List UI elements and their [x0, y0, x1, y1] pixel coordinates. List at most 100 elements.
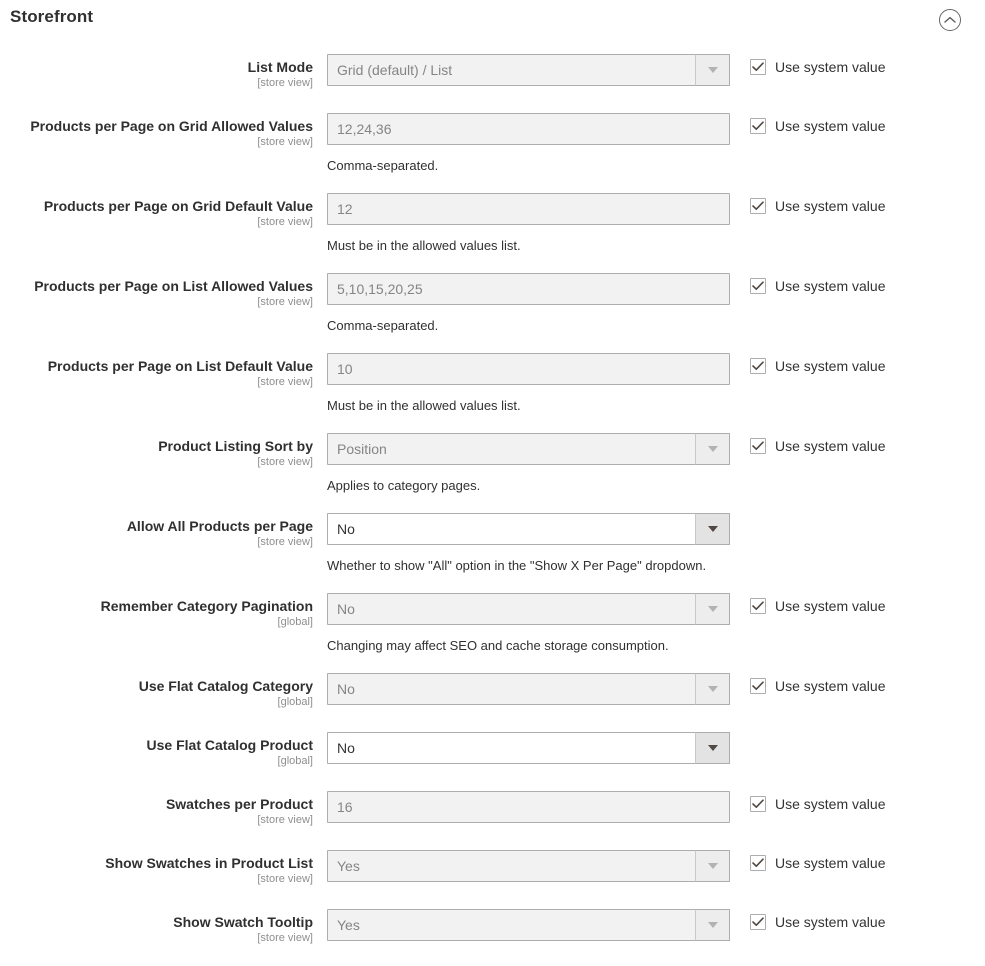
field-note-product-listing-sort-by: Applies to category pages.	[327, 478, 481, 493]
input-products-per-page-grid-allowed	[327, 113, 730, 145]
field-control-container-products-per-page-list-default: Must be in the allowed values list.	[313, 353, 730, 414]
input-products-per-page-grid-default	[327, 193, 730, 225]
use-system-value-label-products-per-page-list-allowed[interactable]: Use system value	[775, 278, 885, 294]
field-label-show-swatch-tooltip: Show Swatch Tooltip	[173, 914, 313, 930]
control-wrap-swatches-per-product	[327, 791, 730, 823]
use-system-value-label-list-mode[interactable]: Use system value	[775, 59, 885, 75]
field-scope-use-flat-catalog-product: [global]	[277, 755, 313, 767]
use-system-value-checkbox-use-flat-catalog-category[interactable]	[750, 678, 766, 694]
field-label-container-remember-category-pagination: Remember Category Pagination [global]	[0, 593, 313, 629]
field-label-products-per-page-list-allowed: Products per Page on List Allowed Values	[34, 278, 313, 294]
control-wrap-product-listing-sort-by: Position	[327, 433, 730, 465]
chevron-down-icon[interactable]	[695, 513, 730, 545]
use-system-value-group-remember-category-pagination: Use system value	[750, 598, 885, 614]
field-control-container-show-swatch-tooltip: Yes	[313, 909, 730, 941]
control-wrap-remember-category-pagination: No	[327, 593, 730, 625]
use-system-value-label-products-per-page-grid-allowed[interactable]: Use system value	[775, 118, 885, 134]
field-label-container-show-swatches-in-product-list: Show Swatches in Product List [store view…	[0, 850, 313, 886]
checkmark-icon	[752, 601, 764, 610]
field-control-container-products-per-page-grid-allowed: Comma-separated.	[313, 113, 730, 174]
field-label-list-mode: List Mode	[247, 59, 313, 75]
control-wrap-use-flat-catalog-category: No	[327, 673, 730, 705]
select-use-flat-catalog-product[interactable]: No	[327, 732, 730, 764]
select-value-product-listing-sort-by: Position	[337, 441, 387, 457]
field-row-allow-all-products-per-page: Allow All Products per Page [store view] N…	[0, 513, 985, 574]
checkmark-icon	[752, 62, 764, 71]
checkmark-icon	[752, 361, 764, 370]
checkmark-icon	[752, 799, 764, 808]
field-scope-swatches-per-product: [store view]	[257, 814, 313, 826]
field-scope-show-swatch-tooltip: [store view]	[257, 932, 313, 944]
select-allow-all-products-per-page[interactable]: No	[327, 513, 730, 545]
select-show-swatches-in-product-list: Yes	[327, 850, 730, 882]
select-value-show-swatch-tooltip: Yes	[337, 917, 360, 933]
use-system-value-checkbox-show-swatch-tooltip[interactable]	[750, 914, 766, 930]
field-label-swatches-per-product: Swatches per Product	[165, 796, 313, 812]
checkmark-icon	[752, 281, 764, 290]
field-label-container-list-mode: List Mode [store view]	[0, 54, 313, 90]
chevron-down-icon	[695, 673, 730, 705]
field-label-allow-all-products-per-page: Allow All Products per Page	[126, 518, 313, 534]
select-show-swatch-tooltip: Yes	[327, 909, 730, 941]
control-wrap-products-per-page-list-default	[327, 353, 730, 385]
field-row-products-per-page-grid-default: Products per Page on Grid Default Value […	[0, 193, 985, 254]
select-value-use-flat-catalog-product: No	[337, 740, 355, 756]
select-list-mode: Grid (default) / List	[327, 54, 730, 86]
field-scope-remember-category-pagination: [global]	[277, 616, 313, 628]
field-label-products-per-page-grid-default: Products per Page on Grid Default Value	[43, 198, 313, 214]
use-system-value-group-use-flat-catalog-category: Use system value	[750, 678, 885, 694]
checkmark-icon	[752, 681, 764, 690]
field-label-products-per-page-grid-allowed: Products per Page on Grid Allowed Values	[30, 118, 313, 134]
use-system-value-group-swatches-per-product: Use system value	[750, 796, 885, 812]
chevron-down-icon	[695, 433, 730, 465]
field-row-use-flat-catalog-category: Use Flat Catalog Category [global] No Use s…	[0, 673, 985, 709]
select-value-show-swatches-in-product-list: Yes	[337, 858, 360, 874]
field-label-container-show-swatch-tooltip: Show Swatch Tooltip [store view]	[0, 909, 313, 945]
use-system-value-checkbox-product-listing-sort-by[interactable]	[750, 438, 766, 454]
chevron-down-icon	[695, 850, 730, 882]
use-system-value-checkbox-remember-category-pagination[interactable]	[750, 598, 766, 614]
control-wrap-show-swatch-tooltip: Yes	[327, 909, 730, 941]
use-system-value-label-product-listing-sort-by[interactable]: Use system value	[775, 438, 885, 454]
field-note-products-per-page-grid-default: Must be in the allowed values list.	[327, 238, 521, 253]
use-system-value-checkbox-products-per-page-grid-allowed[interactable]	[750, 118, 766, 134]
field-note-allow-all-products-per-page: Whether to show "All" option in the "Sho…	[327, 558, 707, 573]
use-system-value-checkbox-list-mode[interactable]	[750, 59, 766, 75]
field-scope-products-per-page-grid-default: [store view]	[257, 216, 313, 228]
use-system-value-label-products-per-page-grid-default[interactable]: Use system value	[775, 198, 885, 214]
field-control-container-products-per-page-list-allowed: Comma-separated.	[313, 273, 730, 334]
field-row-products-per-page-list-default: Products per Page on List Default Value […	[0, 353, 985, 414]
chevron-up-circle-icon[interactable]	[939, 9, 961, 31]
chevron-down-icon[interactable]	[695, 732, 730, 764]
use-system-value-checkbox-swatches-per-product[interactable]	[750, 796, 766, 812]
field-label-container-product-listing-sort-by: Product Listing Sort by [store view]	[0, 433, 313, 469]
field-scope-show-swatches-in-product-list: [store view]	[257, 873, 313, 885]
field-control-container-use-flat-catalog-category: No	[313, 673, 730, 705]
field-control-container-remember-category-pagination: No Changing may affect SEO and cache stor…	[313, 593, 730, 654]
use-system-value-checkbox-show-swatches-in-product-list[interactable]	[750, 855, 766, 871]
field-scope-allow-all-products-per-page: [store view]	[257, 536, 313, 548]
use-system-value-label-swatches-per-product[interactable]: Use system value	[775, 796, 885, 812]
field-row-remember-category-pagination: Remember Category Pagination [global] No Ch…	[0, 593, 985, 654]
use-system-value-label-products-per-page-list-default[interactable]: Use system value	[775, 358, 885, 374]
field-label-remember-category-pagination: Remember Category Pagination	[100, 598, 313, 614]
field-label-container-products-per-page-list-default: Products per Page on List Default Value […	[0, 353, 313, 389]
page-title: Storefront	[10, 7, 94, 26]
checkmark-icon	[752, 917, 764, 926]
checkmark-icon	[752, 201, 764, 210]
use-system-value-checkbox-products-per-page-list-allowed[interactable]	[750, 278, 766, 294]
use-system-value-group-products-per-page-grid-default: Use system value	[750, 198, 885, 214]
field-control-container-list-mode: Grid (default) / List	[313, 54, 730, 86]
field-note-products-per-page-list-default: Must be in the allowed values list.	[327, 398, 521, 413]
use-system-value-label-show-swatch-tooltip[interactable]: Use system value	[775, 914, 885, 930]
use-system-value-label-use-flat-catalog-category[interactable]: Use system value	[775, 678, 885, 694]
field-label-container-products-per-page-list-allowed: Products per Page on List Allowed Values…	[0, 273, 313, 309]
use-system-value-label-remember-category-pagination[interactable]: Use system value	[775, 598, 885, 614]
use-system-value-checkbox-products-per-page-list-default[interactable]	[750, 358, 766, 374]
use-system-value-label-show-swatches-in-product-list[interactable]: Use system value	[775, 855, 885, 871]
field-row-show-swatch-tooltip: Show Swatch Tooltip [store view] Yes Use sy…	[0, 909, 985, 945]
input-products-per-page-list-default	[327, 353, 730, 385]
select-value-use-flat-catalog-category: No	[337, 681, 355, 697]
field-label-show-swatches-in-product-list: Show Swatches in Product List	[105, 855, 313, 871]
use-system-value-checkbox-products-per-page-grid-default[interactable]	[750, 198, 766, 214]
